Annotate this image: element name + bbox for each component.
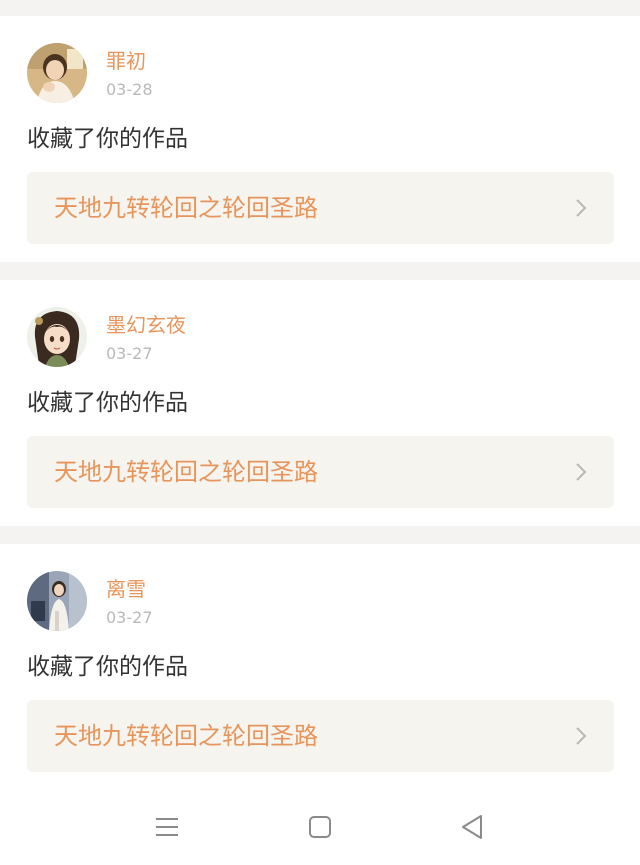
notification-card: 离雪 03-27 收藏了你的作品 天地九转轮回之轮回圣路 <box>0 544 640 790</box>
timestamp: 03-28 <box>106 80 153 99</box>
avatar-girl-photo-icon <box>27 43 87 103</box>
action-text: 收藏了你的作品 <box>27 654 188 680</box>
chevron-right-icon <box>576 199 587 217</box>
system-navigation-bar <box>0 785 640 865</box>
work-link[interactable]: 天地九转轮回之轮回圣路 <box>27 436 614 508</box>
work-title: 天地九转轮回之轮回圣路 <box>54 458 318 486</box>
action-text: 收藏了你的作品 <box>27 390 188 416</box>
menu-icon[interactable] <box>152 812 182 842</box>
work-title: 天地九转轮回之轮回圣路 <box>54 194 318 222</box>
notification-card: 罪初 03-28 收藏了你的作品 天地九转轮回之轮回圣路 <box>0 16 640 262</box>
username[interactable]: 墨幻玄夜 <box>106 313 186 337</box>
work-link[interactable]: 天地九转轮回之轮回圣路 <box>27 700 614 772</box>
username[interactable]: 罪初 <box>106 49 146 73</box>
avatar-woman-photo-icon <box>27 571 87 631</box>
username[interactable]: 离雪 <box>106 577 146 601</box>
work-link[interactable]: 天地九转轮回之轮回圣路 <box>27 172 614 244</box>
chevron-right-icon <box>576 727 587 745</box>
action-text: 收藏了你的作品 <box>27 126 188 152</box>
chevron-right-icon <box>576 463 587 481</box>
avatar-anime-character-icon <box>27 307 87 367</box>
user-avatar[interactable] <box>27 571 87 631</box>
home-square-icon[interactable] <box>305 812 335 842</box>
timestamp: 03-27 <box>106 608 153 627</box>
user-avatar[interactable] <box>27 307 87 367</box>
back-triangle-icon[interactable] <box>457 812 487 842</box>
user-avatar[interactable] <box>27 43 87 103</box>
notification-card: 墨幻玄夜 03-27 收藏了你的作品 天地九转轮回之轮回圣路 <box>0 280 640 526</box>
work-title: 天地九转轮回之轮回圣路 <box>54 722 318 750</box>
timestamp: 03-27 <box>106 344 153 363</box>
